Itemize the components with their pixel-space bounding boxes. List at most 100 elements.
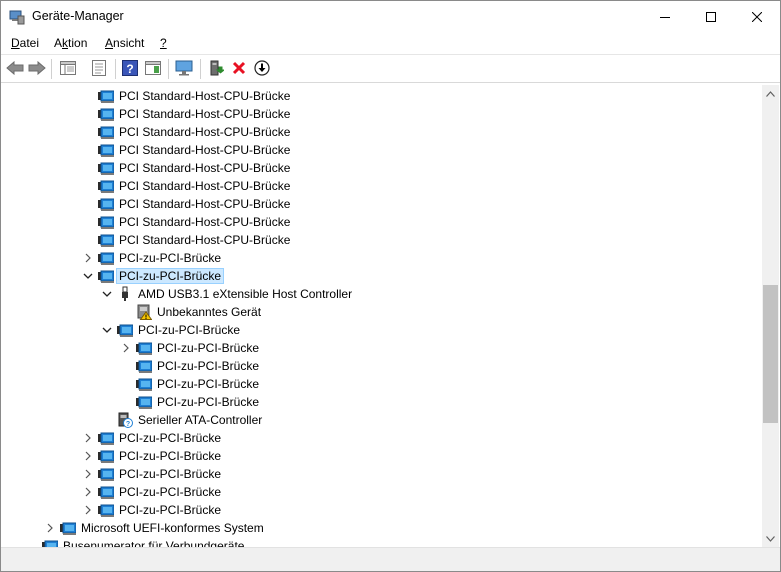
tree-item[interactable]: PCI-zu-PCI-Brücke: [4, 447, 761, 465]
pci-device-icon: [98, 214, 115, 230]
pci-device-icon: [98, 268, 115, 284]
tree-item[interactable]: PCI Standard-Host-CPU-Brücke: [4, 195, 761, 213]
tree-item-label: Busenumerator für Verbundgeräte: [63, 539, 245, 547]
toolbar-separator: [200, 59, 201, 79]
tree-item[interactable]: PCI Standard-Host-CPU-Brücke: [4, 87, 761, 105]
tree-item[interactable]: PCI Standard-Host-CPU-Brücke: [4, 105, 761, 123]
tree-item[interactable]: PCI-zu-PCI-Brücke: [4, 465, 761, 483]
device-tree[interactable]: PCI Standard-Host-CPU-Brücke PCI Standard…: [4, 85, 761, 547]
pci-device-icon: [98, 124, 115, 140]
device-manager-window: Geräte-Manager Datei Aktion Ansicht ? ? …: [0, 0, 781, 572]
close-button[interactable]: [734, 1, 780, 32]
pci-device-icon: [98, 232, 115, 248]
menu-help[interactable]: ?: [160, 36, 167, 50]
warning-device-icon: [136, 304, 153, 320]
toolbar-separator: [51, 59, 52, 79]
tree-item-label: PCI-zu-PCI-Brücke: [157, 359, 260, 373]
menu-aktion[interactable]: Aktion: [54, 36, 87, 50]
tree-item[interactable]: PCI Standard-Host-CPU-Brücke: [4, 123, 761, 141]
expand-chevron-icon[interactable]: [120, 342, 132, 354]
tree-item-label: PCI-zu-PCI-Brücke: [157, 395, 260, 409]
tree-item[interactable]: PCI-zu-PCI-Brücke: [4, 321, 761, 339]
action-view-icon: [145, 60, 161, 78]
uninstall-device-button[interactable]: [228, 58, 250, 80]
usb-icon: [117, 286, 133, 302]
expand-chevron-icon[interactable]: [82, 486, 94, 498]
tree-item[interactable]: PCI-zu-PCI-Brücke: [4, 339, 761, 357]
help-button[interactable]: ?: [119, 58, 141, 80]
tree-item[interactable]: PCI-zu-PCI-Brücke: [4, 249, 761, 267]
scroll-down-arrow[interactable]: [762, 530, 779, 547]
tree-item[interactable]: Microsoft UEFI-konformes System: [4, 519, 761, 537]
menu-datei[interactable]: Datei: [11, 36, 39, 50]
collapse-chevron-icon[interactable]: [101, 288, 113, 300]
toolbar: ?: [1, 54, 780, 83]
expand-chevron-icon[interactable]: [44, 522, 56, 534]
tree-item-label: Unbekanntes Gerät: [157, 305, 262, 319]
vertical-scrollbar[interactable]: [762, 85, 779, 547]
properties-view-icon: [60, 60, 76, 78]
pci-device-icon: [98, 160, 115, 176]
disable-device-button[interactable]: [251, 58, 273, 80]
pci-device-icon: [98, 466, 115, 482]
tree-item-label: PCI-zu-PCI-Brücke: [138, 323, 241, 337]
menu-bar: Datei Aktion Ansicht ?: [1, 32, 780, 54]
expand-chevron-icon[interactable]: [82, 468, 94, 480]
maximize-button[interactable]: [688, 1, 734, 32]
tree-item-label: PCI Standard-Host-CPU-Brücke: [119, 89, 291, 103]
forward-button[interactable]: [26, 58, 48, 80]
tree-item[interactable]: PCI-zu-PCI-Brücke: [4, 267, 761, 285]
tree-item[interactable]: PCI Standard-Host-CPU-Brücke: [4, 177, 761, 195]
collapse-chevron-icon[interactable]: [101, 324, 113, 336]
tree-item[interactable]: Unbekanntes Gerät: [4, 303, 761, 321]
tree-item[interactable]: PCI-zu-PCI-Brücke: [4, 357, 761, 375]
tree-item[interactable]: PCI-zu-PCI-Brücke: [4, 393, 761, 411]
menu-ansicht-accel: A: [105, 36, 114, 50]
tree-item-label: PCI-zu-PCI-Brücke: [119, 467, 222, 481]
scroll-thumb[interactable]: [763, 285, 778, 423]
scroll-up-arrow[interactable]: [762, 85, 779, 102]
tree-item-label: PCI-zu-PCI-Brücke: [115, 268, 225, 284]
expand-chevron-icon[interactable]: [82, 252, 94, 264]
expand-chevron-icon[interactable]: [82, 432, 94, 444]
tree-item[interactable]: PCI Standard-Host-CPU-Brücke: [4, 231, 761, 249]
tree-item[interactable]: PCI Standard-Host-CPU-Brücke: [4, 213, 761, 231]
pci-device-icon: [136, 358, 153, 374]
pci-device-icon: [98, 178, 115, 194]
scan-hardware-button[interactable]: [173, 58, 195, 80]
pci-device-icon: [42, 538, 59, 547]
tree-item[interactable]: PCI-zu-PCI-Brücke: [4, 429, 761, 447]
tree-item-label: PCI Standard-Host-CPU-Brücke: [119, 143, 291, 157]
tree-item[interactable]: Busenumerator für Verbundgeräte: [4, 537, 761, 547]
toolbar-separator: [168, 59, 169, 79]
tree-item-label: PCI Standard-Host-CPU-Brücke: [119, 107, 291, 121]
tree-item[interactable]: PCI Standard-Host-CPU-Brücke: [4, 141, 761, 159]
minimize-button[interactable]: [642, 1, 688, 32]
tree-item[interactable]: PCI-zu-PCI-Brücke: [4, 501, 761, 519]
tree-item[interactable]: ? Serieller ATA-Controller: [4, 411, 761, 429]
tree-item[interactable]: PCI-zu-PCI-Brücke: [4, 375, 761, 393]
tree-item[interactable]: AMD USB3.1 eXtensible Host Controller: [4, 285, 761, 303]
tree-item-label: PCI Standard-Host-CPU-Brücke: [119, 215, 291, 229]
expand-chevron-icon[interactable]: [82, 504, 94, 516]
properties-button[interactable]: [88, 58, 110, 80]
back-icon: [6, 60, 24, 78]
collapse-chevron-icon[interactable]: [82, 270, 94, 282]
menu-ansicht[interactable]: Ansicht: [105, 36, 144, 50]
uninstall-icon: [232, 61, 246, 78]
pci-device-icon: [117, 322, 134, 338]
tree-item[interactable]: PCI-zu-PCI-Brücke: [4, 483, 761, 501]
pci-device-icon: [60, 520, 77, 536]
svg-text:?: ?: [126, 421, 130, 428]
tree-item-label: PCI Standard-Host-CPU-Brücke: [119, 233, 291, 247]
update-driver-button[interactable]: [205, 58, 227, 80]
action-pane-button[interactable]: [142, 58, 164, 80]
back-button[interactable]: [4, 58, 26, 80]
tree-item[interactable]: PCI Standard-Host-CPU-Brücke: [4, 159, 761, 177]
menu-ansicht-rest: nsicht: [113, 36, 145, 50]
pci-device-icon: [98, 250, 115, 266]
show-hide-console-tree-button[interactable]: [57, 58, 79, 80]
tree-item-label: PCI-zu-PCI-Brücke: [119, 431, 222, 445]
title-bar: Geräte-Manager: [1, 1, 780, 32]
expand-chevron-icon[interactable]: [82, 450, 94, 462]
